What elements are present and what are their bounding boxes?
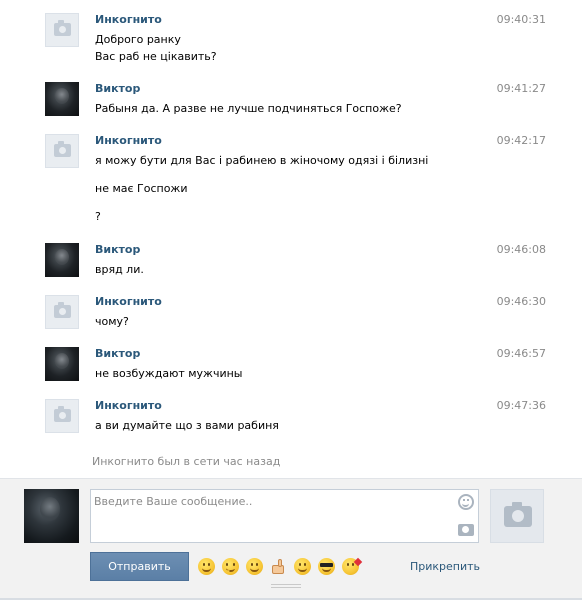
message-author[interactable]: Виктор xyxy=(95,347,140,361)
author-avatar[interactable] xyxy=(45,134,79,168)
message-time: 09:46:30 xyxy=(496,295,546,308)
thumbs-up-emoji-icon[interactable] xyxy=(270,558,287,575)
send-button[interactable]: Отправить xyxy=(90,552,189,581)
author-avatar[interactable] xyxy=(45,295,79,329)
message-input-placeholder: Введите Ваше сообщение.. xyxy=(94,495,253,508)
message-text: не возбуждают мужчины xyxy=(95,367,243,380)
message-author[interactable]: Инкогнито xyxy=(95,13,162,27)
message-history: Инкогнито 09:40:31 Доброго ранку Вас раб… xyxy=(0,0,582,478)
message-text: вряд ли. xyxy=(95,263,144,276)
message-text: Доброго ранку xyxy=(95,33,181,46)
message-text: чому? xyxy=(95,315,129,328)
message-author[interactable]: Виктор xyxy=(95,82,140,96)
message-text: Вас раб не цікавить? xyxy=(95,50,217,63)
message-author[interactable]: Инкогнито xyxy=(95,134,162,148)
author-avatar[interactable] xyxy=(45,13,79,47)
camera-icon xyxy=(504,502,532,527)
author-avatar[interactable] xyxy=(45,243,79,277)
message-text: я можу бути для Вас і рабинею в жіночому… xyxy=(95,154,429,167)
author-avatar[interactable] xyxy=(45,82,79,116)
message-author[interactable]: Виктор xyxy=(95,243,140,257)
message-input[interactable]: Введите Ваше сообщение.. xyxy=(90,489,479,543)
message-time: 09:42:17 xyxy=(496,134,546,147)
attach-link[interactable]: Прикрепить xyxy=(410,560,480,573)
smile-emoji-icon[interactable] xyxy=(246,558,263,575)
camera-placeholder-icon xyxy=(54,302,71,318)
smile-icon[interactable] xyxy=(458,494,474,510)
message-text: а ви думайте що з вами рабиня xyxy=(95,419,279,432)
author-avatar[interactable] xyxy=(45,399,79,433)
message-author[interactable]: Инкогнито xyxy=(95,399,162,413)
grin-emoji-icon[interactable] xyxy=(198,558,215,575)
blush-emoji-icon[interactable] xyxy=(294,558,311,575)
author-avatar[interactable] xyxy=(45,347,79,381)
kiss-emoji-icon[interactable] xyxy=(342,557,363,575)
message-author[interactable]: Инкогнито xyxy=(95,295,162,309)
message-time: 09:46:08 xyxy=(496,243,546,256)
my-avatar[interactable] xyxy=(24,489,79,543)
camera-placeholder-icon xyxy=(54,20,71,36)
message-composer: Введите Ваше сообщение.. Отправить Прикр… xyxy=(0,478,582,600)
message-time: 09:46:57 xyxy=(496,347,546,360)
nervous-emoji-icon[interactable] xyxy=(222,558,239,575)
message-time: 09:41:27 xyxy=(496,82,546,95)
message-time: 09:47:36 xyxy=(496,399,546,412)
camera-placeholder-icon xyxy=(54,406,71,422)
camera-placeholder-icon xyxy=(54,141,71,157)
attach-photo-button[interactable] xyxy=(490,489,544,543)
message-text: ? xyxy=(95,210,101,223)
message-time: 09:40:31 xyxy=(496,13,546,26)
message-text: Рабыня да. А разве не лучше подчиняться … xyxy=(95,102,402,115)
resize-grip[interactable] xyxy=(271,583,301,589)
sunglasses-emoji-icon[interactable] xyxy=(318,558,335,575)
camera-icon[interactable] xyxy=(458,524,474,536)
online-status: Инкогнито был в сети час назад xyxy=(92,455,281,468)
message-text: не має Госпожи xyxy=(95,182,188,195)
